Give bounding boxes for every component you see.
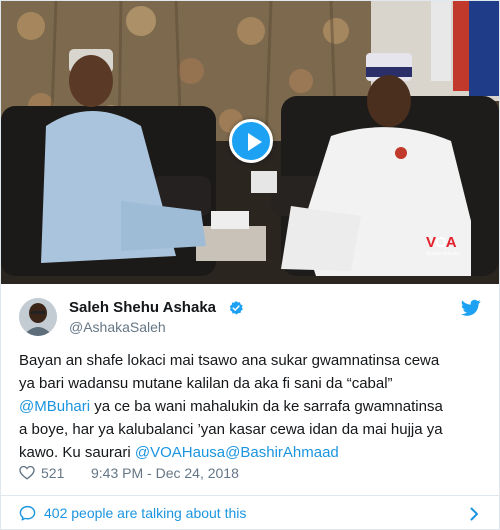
mention-link-bashir[interactable]: @BashirAhmaad	[225, 444, 339, 461]
play-icon	[248, 133, 262, 151]
tweet-text-line: ya bari wadansu mutane kalilan da aka fi…	[19, 375, 393, 392]
conversation-count-label: 402 people are talking about this	[44, 505, 247, 521]
tweet-text: Bayan an shafe lokaci mai tsawo ana suka…	[19, 349, 489, 464]
tweet-text-line: @MBuhari ya ce ba wani mahalukin da ke s…	[19, 398, 443, 415]
mention-link-voa[interactable]: @VOAHausa	[135, 444, 225, 461]
speech-bubble-icon	[19, 505, 36, 521]
tweet-timestamp[interactable]: 9:43 PM - Dec 24, 2018	[91, 465, 239, 481]
video-player[interactable]: VOA Muryar Amurka	[1, 1, 499, 284]
avatar[interactable]	[19, 298, 57, 336]
avatar-image	[19, 298, 57, 336]
author-name[interactable]: Saleh Shehu Ashaka	[69, 299, 216, 316]
embedded-tweet-card: VOA Muryar Amurka Saleh Shehu Ashaka @As…	[0, 0, 500, 530]
tweet-text-line: a boye, har ya kalubalanci ’yan kasar ce…	[19, 421, 443, 438]
tweet-text-line: Bayan an shafe lokaci mai tsawo ana suka…	[19, 352, 440, 369]
mention-link-buhari[interactable]: @MBuhari	[19, 398, 90, 415]
watermark-subtitle: Muryar Amurka	[426, 251, 460, 257]
verified-badge-icon	[229, 301, 243, 315]
divider	[1, 495, 499, 496]
voa-watermark-logo: VOA Muryar Amurka	[426, 234, 460, 257]
author-handle[interactable]: @AshakaSaleh	[69, 319, 166, 335]
twitter-bird-icon[interactable]	[461, 299, 481, 317]
like-count: 521	[41, 465, 65, 481]
tweet-text-line: kawo. Ku saurari @VOAHausa@BashirAhmaad	[19, 444, 339, 461]
play-button[interactable]	[229, 119, 273, 163]
chevron-right-icon[interactable]	[467, 507, 481, 521]
heart-icon[interactable]	[19, 465, 35, 480]
